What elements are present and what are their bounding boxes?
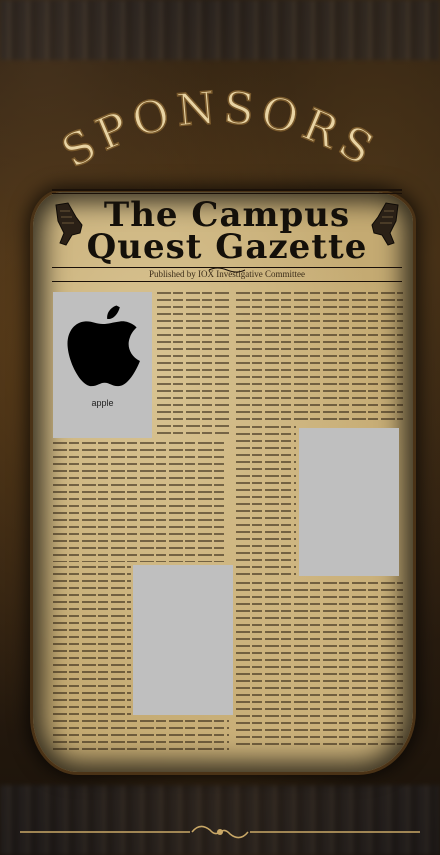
sponsors-heading-svg: SPONSORS — [53, 81, 386, 179]
article-text-col2-block3 — [236, 582, 403, 750]
sponsor-card-apple[interactable]: apple — [53, 292, 152, 438]
sponsor-placeholder-2[interactable] — [133, 565, 233, 715]
flourish-ornament-icon — [207, 259, 247, 273]
newspaper-columns: apple — [53, 292, 403, 752]
sponsor-name-apple: apple — [91, 398, 114, 408]
masthead-top-rule-thin — [52, 193, 402, 194]
published-by-line: Published by IOX Investigative Committee — [149, 269, 305, 279]
masthead-bottom-rule-2 — [52, 281, 402, 282]
sponsor-placeholder-1[interactable] — [299, 428, 399, 576]
masthead-top-rule — [52, 189, 402, 191]
newspaper-masthead: The Campus Quest Gazette Published by IO… — [52, 185, 402, 287]
apple-logo-icon — [67, 305, 140, 387]
grunge-border-top — [0, 0, 440, 60]
article-text-col1-block3 — [53, 720, 229, 750]
svg-text:SPONSORS: SPONSORS — [53, 82, 386, 178]
sponsors-heading-text: SPONSORS — [53, 81, 382, 179]
article-text-col1-block1 — [53, 442, 225, 562]
footer-ornament-divider — [0, 820, 440, 844]
sponsors-heading: SPONSORS — [0, 78, 440, 188]
article-text-col1-side — [157, 292, 229, 438]
article-text-col1-block2 — [53, 566, 131, 716]
masthead-bottom-rule — [52, 267, 402, 268]
article-text-col2-block2 — [236, 426, 296, 576]
article-text-col2-block1 — [236, 292, 403, 422]
